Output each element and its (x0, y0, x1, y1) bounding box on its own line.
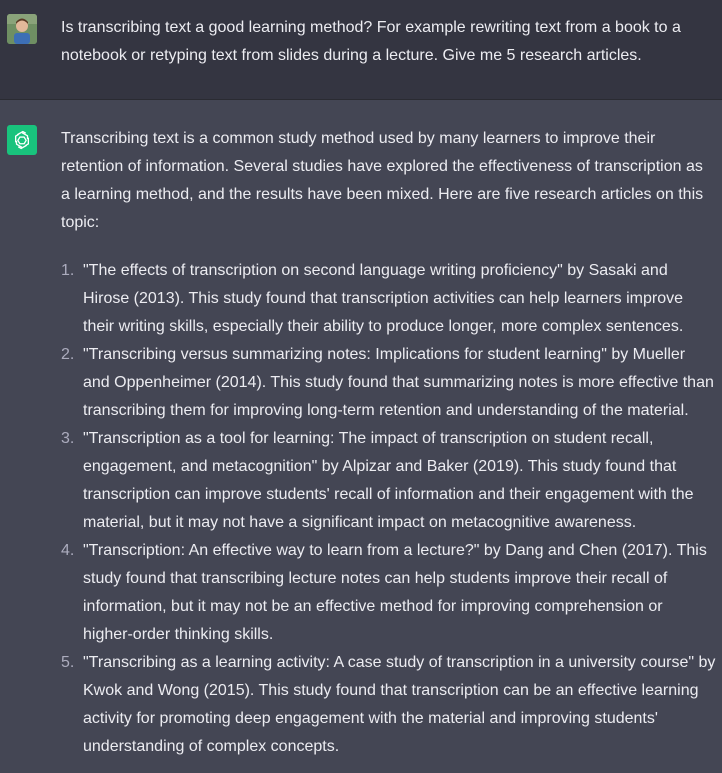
openai-logo-icon (15, 130, 30, 150)
assistant-message: Transcribing text is a common study meth… (0, 100, 722, 773)
list-item: 1. "The effects of transcription on seco… (61, 257, 716, 341)
list-item-text: "Transcription as a tool for learning: T… (83, 430, 694, 531)
list-item: 4. "Transcription: An effective way to l… (61, 537, 716, 649)
research-articles-list: 1. "The effects of transcription on seco… (61, 257, 716, 761)
list-item-text: "Transcribing as a learning activity: A … (83, 654, 716, 755)
list-item-number: 2. (61, 346, 75, 363)
list-item-text: "The effects of transcription on second … (83, 262, 684, 335)
user-message: Is transcribing text a good learning met… (0, 0, 722, 100)
assistant-message-content: Transcribing text is a common study meth… (61, 125, 716, 761)
assistant-intro: Transcribing text is a common study meth… (61, 130, 704, 231)
list-item-number: 4. (61, 542, 75, 559)
list-item-number: 1. (61, 262, 75, 279)
list-item: 3. "Transcription as a tool for learning… (61, 425, 716, 537)
user-photo-avatar-icon (7, 14, 37, 44)
list-item-text: "Transcription: An effective way to lear… (83, 542, 707, 643)
list-item: 5. "Transcribing as a learning activity:… (61, 649, 716, 761)
list-item-text: "Transcribing versus summarizing notes: … (83, 346, 714, 419)
list-item-number: 5. (61, 654, 75, 671)
user-avatar (7, 14, 37, 44)
user-message-text: Is transcribing text a good learning met… (61, 19, 681, 64)
list-item: 2. "Transcribing versus summarizing note… (61, 341, 716, 425)
assistant-avatar (7, 125, 37, 155)
list-item-number: 3. (61, 430, 75, 447)
